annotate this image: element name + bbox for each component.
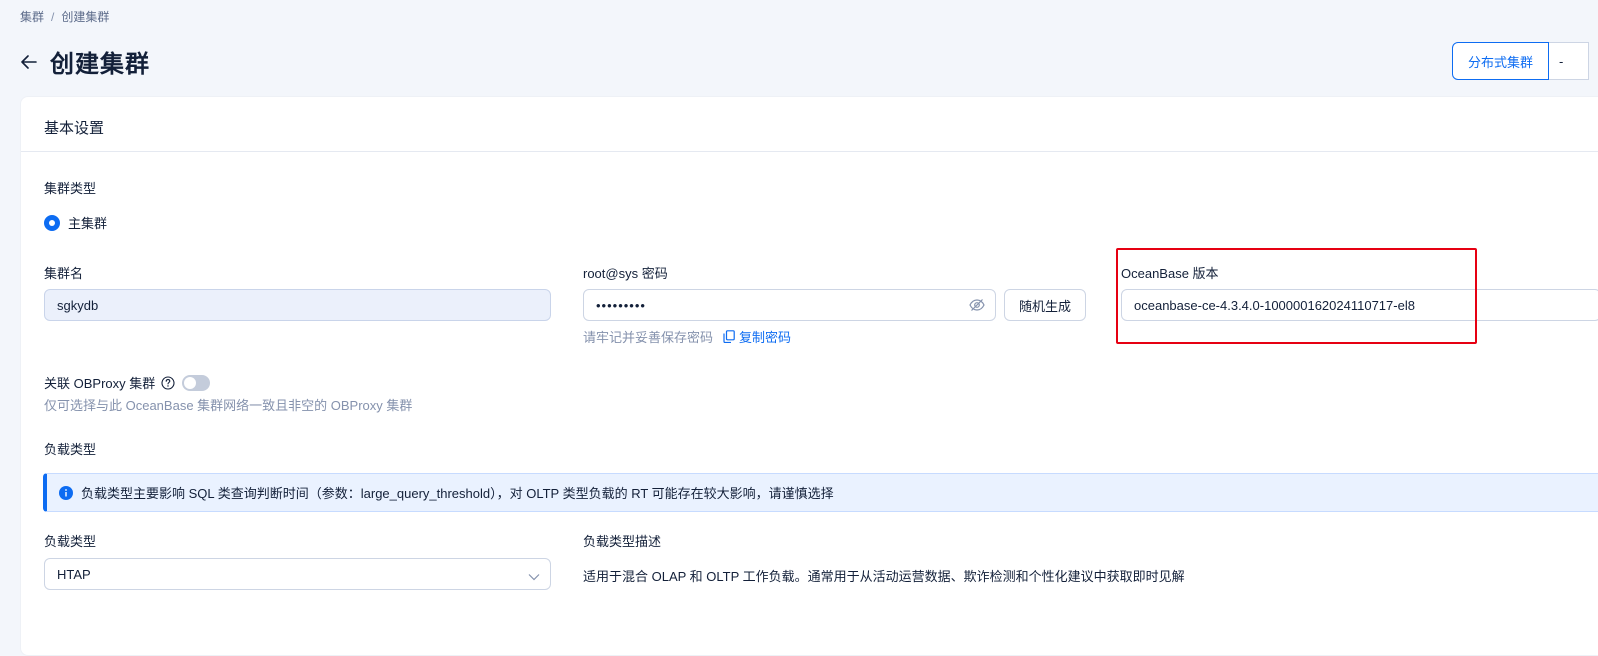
radio-label: 主集群 [68, 216, 108, 231]
workload-alert-text: 负载类型主要影响 SQL 类查询判断时间（参数：large_query_thre… [81, 486, 834, 501]
distributed-cluster-button[interactable]: 分布式集群 [1452, 42, 1550, 80]
password-hint-row: 请牢记并妥善保存密码 复制密码 [583, 327, 791, 346]
breadcrumb-separator: / [51, 10, 55, 24]
obproxy-label: 关联 OBProxy 集群 [44, 376, 156, 391]
workload-section-label: 负载类型 [44, 442, 97, 457]
cluster-name-label: 集群名 [44, 266, 84, 281]
copy-icon [723, 330, 735, 343]
workload-select-value: HTAP [57, 566, 91, 582]
breadcrumb-current: 创建集群 [61, 10, 110, 24]
page-title: 创建集群 [50, 51, 150, 78]
version-select[interactable]: oceanbase-ce-4.3.4.0-100000162024110717-… [1121, 289, 1598, 321]
card-divider [21, 151, 1598, 152]
breadcrumb-root-link[interactable]: 集群 [20, 10, 44, 24]
obproxy-row: 关联 OBProxy 集群 [44, 373, 211, 392]
workload-desc-label: 负载类型描述 [583, 534, 662, 549]
next-mode-button[interactable]: - [1549, 42, 1590, 80]
basic-settings-card: 基本设置 集群类型 主集群 集群名 sgkydb root@sys 密码 •••… [20, 96, 1598, 656]
question-circle-icon[interactable] [161, 375, 175, 390]
info-icon [59, 485, 73, 500]
workload-info-alert: 负载类型主要影响 SQL 类查询判断时间（参数：large_query_thre… [43, 473, 1598, 512]
obproxy-toggle[interactable] [182, 374, 211, 391]
primary-cluster-radio[interactable]: 主集群 [44, 213, 107, 232]
eye-hidden-icon[interactable] [969, 298, 985, 315]
cluster-name-input[interactable]: sgkydb [44, 289, 551, 321]
obproxy-hint: 仅可选择与此 OceanBase 集群网络一致且非空的 OBProxy 集群 [44, 398, 413, 413]
radio-checked-icon [44, 214, 60, 231]
version-label: OceanBase 版本 [1121, 266, 1219, 281]
workload-select[interactable]: HTAP [44, 558, 551, 590]
copy-password-label: 复制密码 [739, 330, 792, 345]
copy-password-link[interactable]: 复制密码 [723, 327, 791, 346]
card-title: 基本设置 [44, 120, 105, 137]
breadcrumb: 集群 / 创建集群 [20, 8, 109, 25]
password-hint: 请牢记并妥善保存密码 [583, 330, 714, 345]
page-header: 创建集群 [18, 44, 150, 79]
workload-desc-value: 适用于混合 OLAP 和 OLTP 工作负载。通常用于从活动运营数据、欺诈检测和… [583, 569, 1185, 584]
workload-select-label: 负载类型 [44, 534, 97, 549]
chevron-down-icon [528, 569, 540, 584]
back-arrow-icon[interactable] [18, 51, 40, 73]
random-generate-button[interactable]: 随机生成 [1004, 289, 1087, 321]
version-value: oceanbase-ce-4.3.4.0-100000162024110717-… [1134, 297, 1415, 313]
password-input[interactable]: ••••••••• [583, 289, 996, 321]
cluster-name-value: sgkydb [57, 297, 99, 313]
cluster-mode-toggle: 分布式集群 - [1452, 42, 1590, 80]
password-value: ••••••••• [596, 297, 646, 313]
cluster-type-label: 集群类型 [44, 181, 97, 196]
password-label: root@sys 密码 [583, 266, 668, 281]
